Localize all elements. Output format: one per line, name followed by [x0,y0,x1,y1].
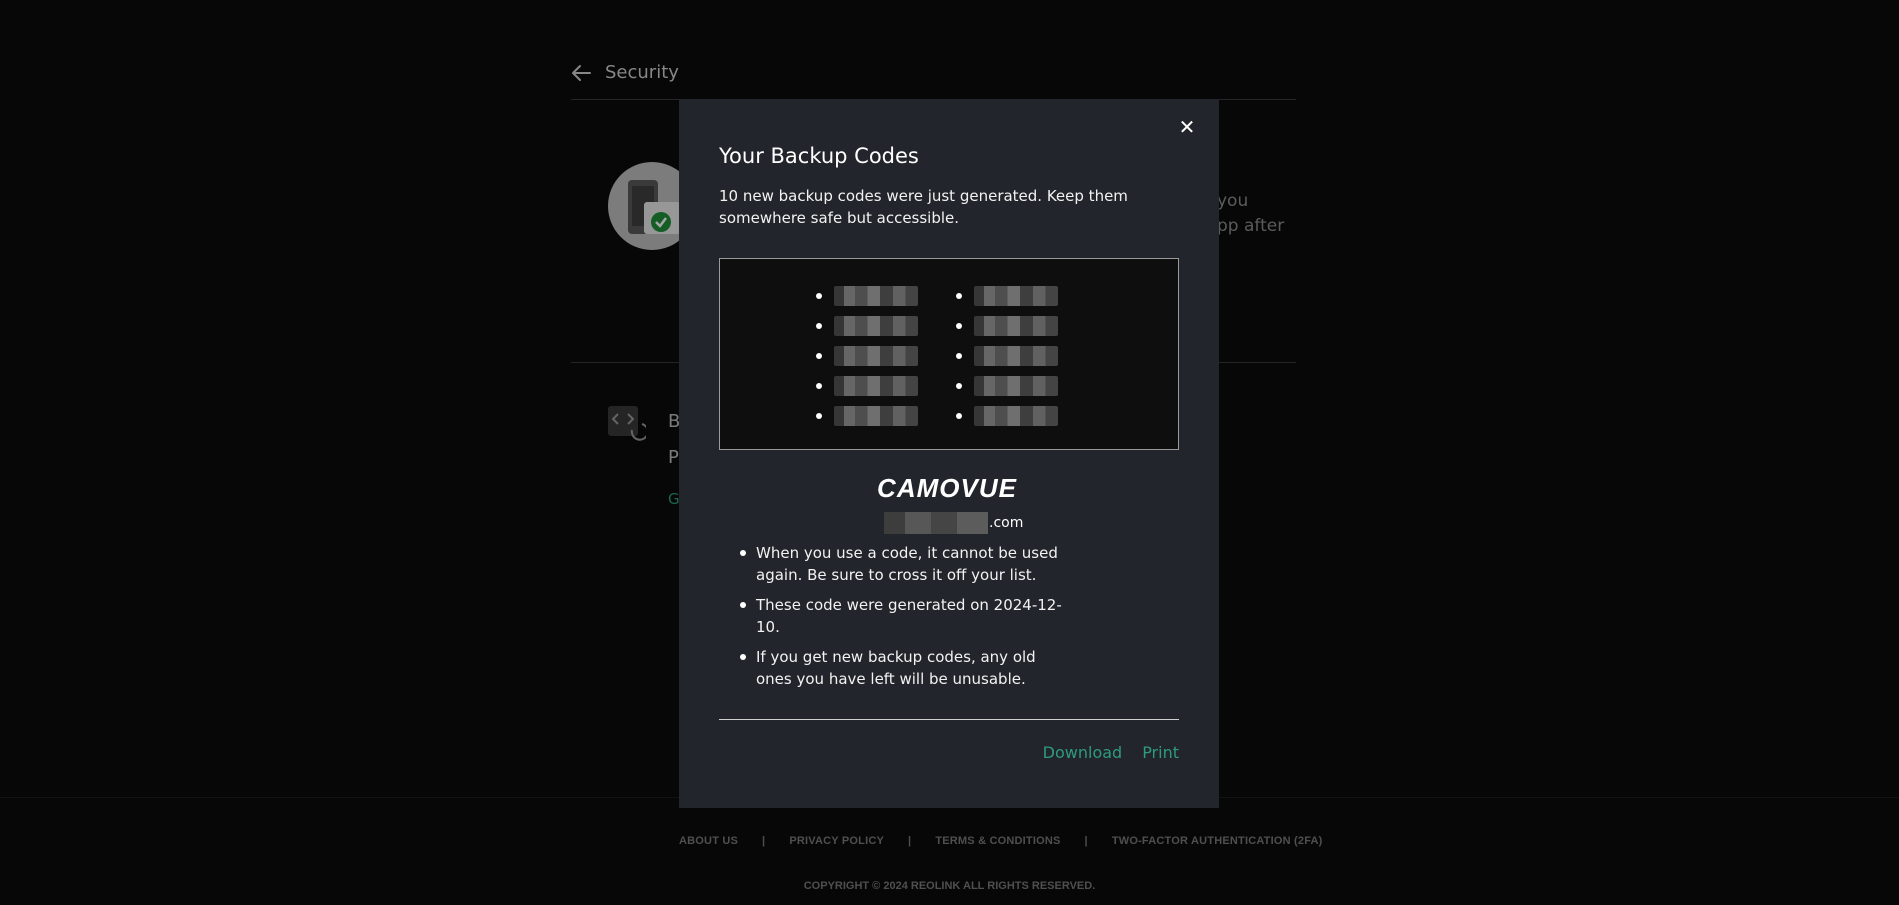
modal-divider [719,719,1179,720]
modal-actions: Download Print [1043,743,1179,762]
redacted-code [974,406,1058,426]
redacted-code [974,376,1058,396]
codes-grid [816,281,1058,431]
redacted-code [974,316,1058,336]
bullet-icon [956,353,962,359]
backup-codes-modal: ✕ Your Backup Codes 10 new backup codes … [679,99,1219,808]
backup-code [956,341,1058,371]
redacted-code [834,346,918,366]
note-item: These code were generated on 2024-12-10. [736,594,1076,638]
camovue-logo: CAMOVUE [877,476,1017,500]
redacted-code [974,346,1058,366]
redacted-code [834,286,918,306]
redacted-code [974,286,1058,306]
note-item: If you get new backup codes, any old one… [736,646,1076,690]
backup-code [816,341,918,371]
bullet-icon [816,293,822,299]
codes-column-left [816,281,918,431]
backup-code [816,311,918,341]
bullet-icon [816,323,822,329]
bullet-icon [816,383,822,389]
print-button[interactable]: Print [1142,743,1179,762]
note-item: When you use a code, it cannot be used a… [736,542,1076,586]
email-suffix: .com [989,515,1024,531]
backup-code [956,311,1058,341]
backup-notes: When you use a code, it cannot be used a… [736,542,1076,698]
backup-code [816,281,918,311]
backup-code [956,371,1058,401]
bullet-icon [956,383,962,389]
redacted-code [834,316,918,336]
redacted-code [834,376,918,396]
bullet-icon [816,413,822,419]
backup-code [956,281,1058,311]
bullet-icon [956,413,962,419]
redacted-code [834,406,918,426]
svg-text:CAMOVUE: CAMOVUE [877,476,1017,500]
bullet-icon [956,323,962,329]
modal-title: Your Backup Codes [719,144,919,168]
redacted-email [884,512,988,534]
bullet-icon [956,293,962,299]
download-button[interactable]: Download [1043,743,1123,762]
backup-code [816,371,918,401]
backup-code [956,401,1058,431]
bullet-icon [816,353,822,359]
codes-column-right [956,281,1058,431]
modal-description: 10 new backup codes were just generated.… [719,187,1128,227]
backup-code [816,401,918,431]
account-email: .com [884,512,1023,534]
close-icon[interactable]: ✕ [1175,115,1199,139]
backup-codes-box [719,258,1179,450]
